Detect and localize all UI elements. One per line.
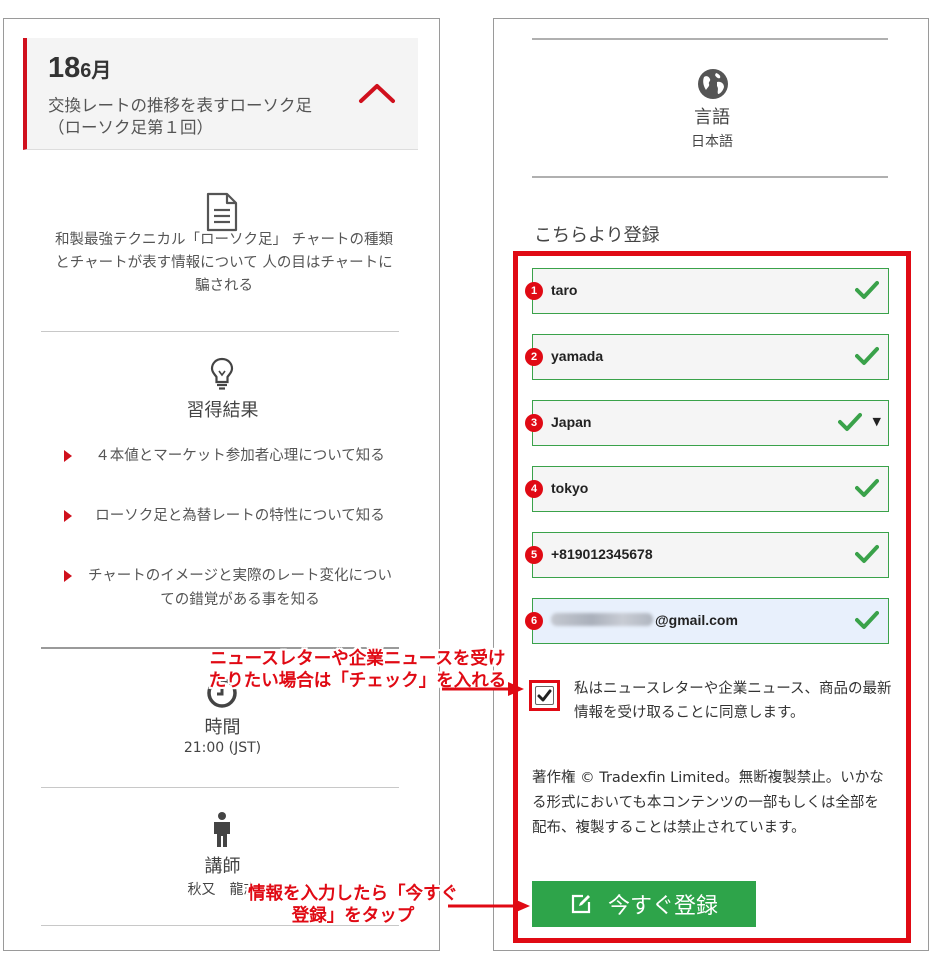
- event-day: 18: [48, 52, 81, 84]
- field-value: taro: [551, 282, 578, 298]
- edit-icon: [571, 894, 591, 914]
- arrow-right-icon: [442, 682, 524, 696]
- phone-field[interactable]: 5 +819012345678: [525, 532, 889, 578]
- step-number: 1: [525, 282, 543, 300]
- step-number: 3: [525, 414, 543, 432]
- language-title: 言語: [694, 107, 730, 128]
- email-field[interactable]: 6 @gmail.com: [525, 598, 889, 644]
- event-header[interactable]: 186月 交換レートの推移を表すローソク足（ローソク足第１回）: [23, 38, 418, 150]
- divider: [41, 331, 399, 332]
- results-title: 習得結果: [186, 400, 259, 421]
- copyright-text: 著作権 © Tradexfin Limited。無断複製禁止。いかなる形式におい…: [532, 770, 884, 836]
- newsletter-consent-checkbox[interactable]: [529, 680, 560, 711]
- divider: [532, 38, 888, 40]
- chevron-up-icon[interactable]: [358, 82, 396, 104]
- event-description: 和製最強テクニカル「ローソク足」 チャートの種類とチャートが表す情報について 人…: [55, 232, 393, 294]
- result-item: ４本値とマーケット参加者心理について知る: [64, 444, 394, 468]
- result-item: ローソク足と為替レートの特性について知る: [64, 504, 394, 528]
- divider: [532, 176, 888, 178]
- country-select[interactable]: 3 Japan ▼: [525, 400, 889, 446]
- time-title: 時間: [204, 717, 241, 738]
- register-annotation: 情報を入力したら「今すぐ登録」をタップ: [248, 884, 458, 926]
- lightbulb-icon: [210, 357, 233, 390]
- check-icon: [855, 281, 879, 299]
- consent-text: 私はニュースレターや企業ニュース、商品の最新情報を受け取ることに同意します。: [574, 681, 892, 721]
- person-icon: [213, 812, 230, 847]
- checkmark-icon: [537, 689, 552, 702]
- redacted-text: [551, 613, 653, 626]
- arrow-right-icon: [448, 899, 530, 913]
- event-date: 186月: [48, 52, 111, 85]
- field-value: Japan: [551, 414, 592, 430]
- field-value: yamada: [551, 348, 604, 364]
- register-heading: こちらより登録: [534, 225, 660, 246]
- bullet-arrow-icon: [64, 510, 72, 522]
- result-item: チャートのイメージと実際のレート変化についての錯覚がある事を知る: [64, 564, 394, 612]
- register-button-label: 今すぐ登録: [607, 894, 718, 919]
- instructor-title: 講師: [204, 856, 241, 877]
- dropdown-caret-icon[interactable]: ▼: [873, 415, 881, 428]
- check-icon: [838, 413, 862, 431]
- globe-icon: [698, 69, 728, 99]
- time-value: 21:00 (JST): [183, 740, 262, 756]
- field-value: tokyo: [551, 480, 589, 496]
- language-value: 日本語: [691, 134, 733, 150]
- step-number: 2: [525, 348, 543, 366]
- last-name-field[interactable]: 2 yamada: [525, 334, 889, 380]
- event-title: 交換レートの推移を表すローソク足（ローソク足第１回）: [48, 96, 312, 137]
- field-value: +819012345678: [551, 546, 653, 562]
- step-number: 4: [525, 480, 543, 498]
- event-month: 6月: [80, 60, 112, 82]
- register-button[interactable]: 今すぐ登録: [532, 881, 756, 927]
- bullet-arrow-icon: [64, 570, 72, 582]
- check-icon: [855, 479, 879, 497]
- event-detail-panel: 186月 交換レートの推移を表すローソク足（ローソク足第１回） 和製最強テクニカ…: [3, 18, 440, 951]
- field-value: @gmail.com: [551, 612, 738, 628]
- first-name-field[interactable]: 1 taro: [525, 268, 889, 314]
- document-icon: [206, 192, 237, 232]
- step-number: 6: [525, 612, 543, 630]
- check-icon: [855, 347, 879, 365]
- city-field[interactable]: 4 tokyo: [525, 466, 889, 512]
- check-icon: [855, 545, 879, 563]
- check-icon: [855, 611, 879, 629]
- divider: [41, 787, 399, 788]
- bullet-arrow-icon: [64, 450, 72, 462]
- registration-panel: 言語 日本語 こちらより登録 1 taro 2 yamada 3 Japan ▼…: [493, 18, 929, 951]
- step-number: 5: [525, 546, 543, 564]
